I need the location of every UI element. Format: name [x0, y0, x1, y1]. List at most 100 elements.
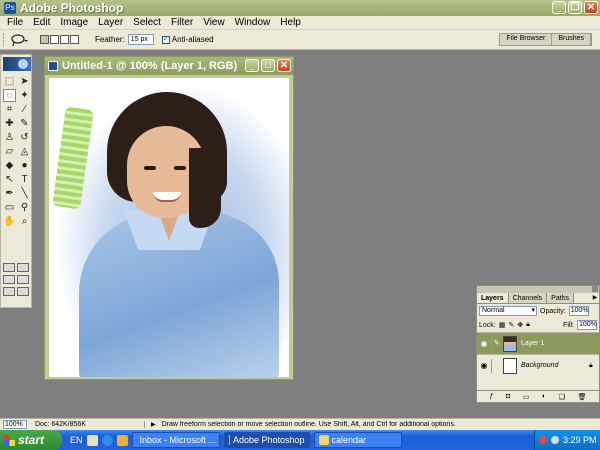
- status-arrow-icon[interactable]: ▶: [151, 421, 156, 428]
- doc-info[interactable]: Doc: 642K/856K: [35, 421, 145, 428]
- lasso-tool-icon[interactable]: ◌: [3, 89, 16, 102]
- line-tool-icon[interactable]: ╲: [18, 187, 31, 200]
- palette-menu-arrow-icon[interactable]: ▶: [591, 293, 599, 303]
- photoshop-logo[interactable]: [3, 57, 31, 71]
- menu-image[interactable]: Image: [55, 17, 93, 28]
- minimize-button[interactable]: _: [552, 1, 566, 14]
- internet-explorer-icon[interactable]: [101, 434, 113, 446]
- doc-close-button[interactable]: ✕: [277, 59, 291, 72]
- add-selection-button[interactable]: [50, 35, 59, 44]
- file-browser-tab[interactable]: File Browser: [500, 34, 553, 45]
- intersect-selection-button[interactable]: [70, 35, 79, 44]
- menu-layer[interactable]: Layer: [93, 17, 128, 28]
- palette-close-icon[interactable]: [592, 286, 598, 292]
- task-label: Inbox - Microsoft ...: [139, 435, 217, 445]
- zoom-field[interactable]: 100%: [3, 420, 27, 429]
- tab-paths[interactable]: Paths: [547, 293, 575, 303]
- tab-channels[interactable]: Channels: [508, 293, 548, 303]
- screen-mode-full-button[interactable]: [17, 275, 29, 284]
- brush-link-icon[interactable]: ✎: [491, 336, 501, 351]
- tab-layers[interactable]: Layers: [477, 293, 509, 303]
- layer-set-icon[interactable]: ▭: [523, 393, 530, 401]
- visibility-eye-icon[interactable]: ◉: [479, 339, 489, 348]
- lasso-preset-icon[interactable]: [10, 33, 28, 47]
- notes-tool-icon[interactable]: ▭: [3, 201, 16, 214]
- feather-input[interactable]: 15 px: [127, 34, 154, 45]
- layer-name: Background: [521, 362, 559, 369]
- layer-style-icon[interactable]: ƒ: [490, 393, 494, 400]
- tray-alert-icon[interactable]: [539, 436, 547, 444]
- blur-tool-icon[interactable]: ◆: [3, 159, 16, 172]
- slice-tool-icon[interactable]: ⁄: [18, 103, 31, 116]
- layer-row-layer1[interactable]: ◉ ✎ Layer 1: [477, 332, 599, 354]
- right-eye: [174, 166, 186, 170]
- doc-minimize-button[interactable]: _: [245, 59, 259, 72]
- clone-stamp-icon[interactable]: ♙: [3, 131, 16, 144]
- pen-tool-icon[interactable]: ✒: [3, 187, 16, 200]
- adjustment-layer-icon[interactable]: ◐: [542, 393, 546, 400]
- start-button[interactable]: start: [0, 430, 62, 450]
- eyedropper-icon[interactable]: ⚲: [18, 201, 31, 214]
- standard-mode-button[interactable]: [3, 263, 15, 272]
- brushes-tab[interactable]: Brushes: [552, 34, 591, 45]
- brush-tool-icon[interactable]: ✎: [18, 117, 31, 130]
- task-label: calendar: [331, 435, 367, 445]
- hand-tool-icon[interactable]: ✋: [3, 215, 16, 228]
- anti-aliased-checkbox[interactable]: [161, 34, 170, 44]
- media-icon[interactable]: [116, 434, 128, 446]
- paint-bucket-icon[interactable]: ◬: [18, 145, 31, 158]
- subtract-selection-button[interactable]: [60, 35, 69, 44]
- doc-maximize-button[interactable]: □: [261, 59, 275, 72]
- dodge-tool-icon[interactable]: ●: [18, 159, 31, 172]
- crop-tool-icon[interactable]: ⌗: [3, 103, 16, 116]
- layer-row-background[interactable]: ◉ Background 🔒︎: [477, 354, 599, 376]
- jump-to-button[interactable]: [17, 287, 29, 296]
- menu-filter[interactable]: Filter: [166, 17, 198, 28]
- document-title-bar[interactable]: Untitled-1 @ 100% (Layer 1, RGB) _ □ ✕: [45, 57, 293, 75]
- close-button[interactable]: ✕: [584, 1, 598, 14]
- magic-wand-icon[interactable]: ✦: [18, 89, 31, 102]
- marquee-tool-icon[interactable]: ⬚: [3, 75, 16, 88]
- fill-input[interactable]: 100%: [577, 320, 597, 330]
- menu-help[interactable]: Help: [275, 17, 306, 28]
- history-brush-icon[interactable]: ↺: [18, 131, 31, 144]
- volume-icon[interactable]: [551, 436, 559, 444]
- menu-edit[interactable]: Edit: [28, 17, 55, 28]
- opacity-input[interactable]: 100%: [568, 306, 589, 316]
- desktop-icon[interactable]: [86, 434, 98, 446]
- zoom-tool-icon[interactable]: ⌕: [18, 215, 31, 228]
- new-selection-button[interactable]: [40, 35, 49, 44]
- language-indicator[interactable]: EN: [70, 435, 83, 445]
- layer-thumbnail: [503, 335, 517, 352]
- task-label: Adobe Photoshop: [232, 435, 305, 445]
- path-select-icon[interactable]: ↖: [3, 173, 16, 186]
- lock-transparency-icon[interactable]: ▦: [499, 321, 506, 329]
- delete-layer-icon[interactable]: 🗑︎: [578, 393, 587, 401]
- palette-grip[interactable]: [477, 286, 599, 293]
- eraser-tool-icon[interactable]: ▱: [3, 145, 16, 158]
- link-slot[interactable]: [491, 358, 501, 373]
- options-grip[interactable]: [3, 32, 6, 47]
- menu-window[interactable]: Window: [230, 17, 276, 28]
- restore-button[interactable]: ❐: [568, 1, 582, 14]
- task-inbox[interactable]: Inbox - Microsoft ...: [131, 432, 220, 448]
- type-tool-icon[interactable]: T: [18, 173, 31, 186]
- task-calendar[interactable]: calendar: [313, 432, 402, 448]
- visibility-eye-icon[interactable]: ◉: [479, 361, 489, 370]
- blend-mode-select[interactable]: Normal: [479, 306, 537, 316]
- menu-file[interactable]: File: [2, 17, 28, 28]
- menu-view[interactable]: View: [198, 17, 230, 28]
- layer-mask-icon[interactable]: ◘: [506, 393, 510, 400]
- jump-to-imageready-button[interactable]: [3, 287, 15, 296]
- screen-mode-standard-button[interactable]: [3, 275, 15, 284]
- healing-brush-icon[interactable]: ✚: [3, 117, 16, 130]
- menu-select[interactable]: Select: [128, 17, 166, 28]
- move-tool-icon[interactable]: ➤: [18, 75, 31, 88]
- lock-image-icon[interactable]: ✎: [508, 321, 514, 329]
- lock-position-icon[interactable]: ✥: [517, 321, 523, 329]
- quick-mask-button[interactable]: [17, 263, 29, 272]
- image-canvas[interactable]: [49, 78, 289, 377]
- lock-all-icon[interactable]: 🔒︎: [526, 321, 530, 329]
- task-photoshop[interactable]: Adobe Photoshop: [223, 432, 310, 448]
- new-layer-icon[interactable]: ❑: [559, 393, 565, 401]
